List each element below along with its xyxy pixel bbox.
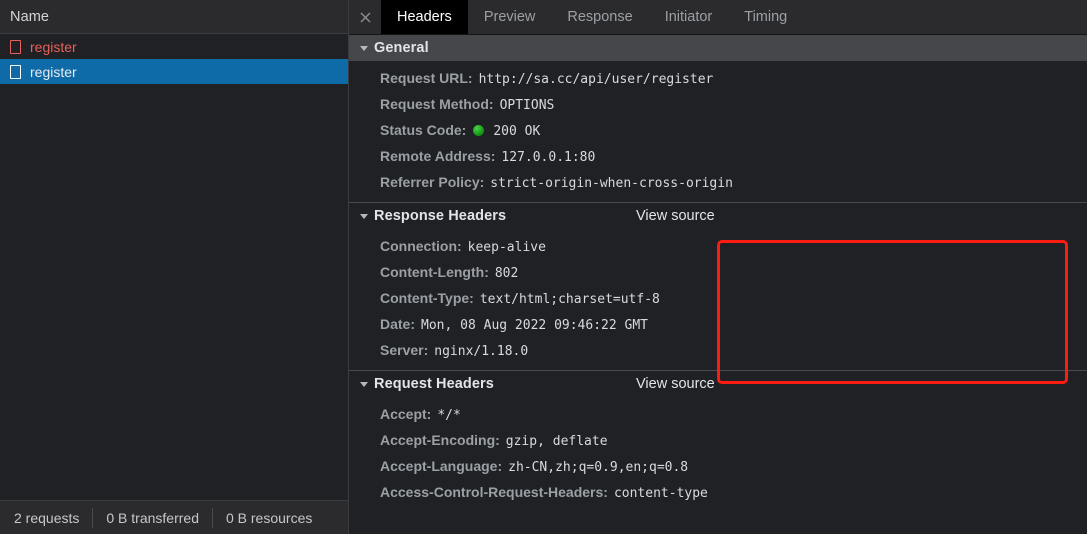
header-value: text/html;charset=utf-8	[479, 292, 660, 307]
devtools-network-panel: Name register register 2 requests 0 B tr…	[0, 0, 1087, 534]
header-value: 200 OK	[493, 124, 541, 139]
tab-response-label: Response	[567, 9, 633, 25]
section-request-headers-body: Accept: */* Accept-Encoding: gzip, defla…	[349, 397, 1087, 512]
tab-headers[interactable]: Headers	[381, 0, 468, 34]
header-row-connection: Connection: keep-alive	[349, 234, 1087, 260]
section-general: General Request URL: http://sa.cc/api/us…	[349, 35, 1087, 202]
chevron-down-icon[interactable]	[360, 382, 368, 387]
request-list-panel: Name register register 2 requests 0 B tr…	[0, 0, 349, 534]
document-icon	[10, 39, 21, 54]
header-key: Accept-Language:	[380, 458, 503, 474]
section-general-header[interactable]: General	[349, 35, 1087, 61]
header-value: */*	[437, 408, 461, 423]
header-key: Content-Type:	[380, 290, 474, 306]
header-row-accept-encoding: Accept-Encoding: gzip, deflate	[349, 428, 1087, 454]
tab-response[interactable]: Response	[551, 0, 648, 34]
header-key: Request URL:	[380, 70, 473, 86]
tab-preview-label: Preview	[483, 9, 536, 25]
section-response-headers-title: Response Headers	[374, 208, 507, 224]
header-row-request-method: Request Method: OPTIONS	[349, 92, 1087, 118]
column-header-name[interactable]: Name	[0, 0, 348, 34]
tab-timing-label: Timing	[744, 9, 788, 25]
list-item[interactable]: register	[0, 34, 348, 59]
header-key: Date:	[380, 316, 416, 332]
header-value: zh-CN,zh;q=0.9,en;q=0.8	[508, 460, 689, 475]
header-key: Accept:	[380, 406, 432, 422]
chevron-down-icon[interactable]	[360, 46, 368, 51]
tab-headers-label: Headers	[397, 9, 452, 25]
view-source-link-request[interactable]: View source	[636, 376, 715, 392]
header-row-server: Server: nginx/1.18.0	[349, 338, 1087, 364]
section-request-headers-header[interactable]: Request Headers View source	[349, 371, 1087, 397]
header-row-referrer-policy: Referrer Policy: strict-origin-when-cros…	[349, 170, 1087, 196]
document-icon	[10, 64, 21, 79]
header-value: 802	[494, 266, 519, 281]
header-value: strict-origin-when-cross-origin	[490, 176, 733, 191]
request-list[interactable]: register register	[0, 34, 348, 500]
headers-pane: General Request URL: http://sa.cc/api/us…	[349, 35, 1087, 534]
status-requests-count: 2 requests	[0, 507, 94, 528]
header-row-date: Date: Mon, 08 Aug 2022 09:46:22 GMT	[349, 312, 1087, 338]
section-general-title: General	[374, 40, 429, 56]
header-key: Content-Length:	[380, 264, 489, 280]
tab-preview[interactable]: Preview	[468, 0, 552, 34]
tab-initiator-label: Initiator	[664, 9, 713, 25]
list-item-label: register	[30, 38, 77, 55]
status-bar: 2 requests 0 B transferred 0 B resources	[0, 500, 348, 534]
section-response-headers-header[interactable]: Response Headers View source	[349, 203, 1087, 229]
section-response-headers-body: Connection: keep-alive Content-Length: 8…	[349, 229, 1087, 370]
header-value: content-type	[613, 486, 708, 501]
tab-timing[interactable]: Timing	[728, 0, 803, 34]
view-source-link-response[interactable]: View source	[636, 208, 715, 224]
list-item[interactable]: register	[0, 59, 348, 84]
header-key: Accept-Encoding:	[380, 432, 500, 448]
header-key: Status Code:	[380, 122, 467, 138]
header-row-content-type: Content-Type: text/html;charset=utf-8	[349, 286, 1087, 312]
section-general-body: Request URL: http://sa.cc/api/user/regis…	[349, 61, 1087, 202]
header-value: keep-alive	[467, 240, 546, 255]
header-key: Request Method:	[380, 96, 494, 112]
header-row-access-control-request-headers: Access-Control-Request-Headers: content-…	[349, 480, 1087, 506]
status-ok-dot	[473, 125, 485, 136]
header-row-status-code: Status Code: 200 OK	[349, 118, 1087, 144]
list-item-label: register	[30, 63, 77, 80]
header-value: http://sa.cc/api/user/register	[478, 72, 714, 87]
section-response-headers: Response Headers View source Connection:…	[349, 202, 1087, 370]
header-key: Connection:	[380, 238, 462, 254]
header-key: Server:	[380, 342, 429, 358]
header-row-accept: Accept: */*	[349, 402, 1087, 428]
section-request-headers-title: Request Headers	[374, 376, 494, 392]
header-row-request-url: Request URL: http://sa.cc/api/user/regis…	[349, 66, 1087, 92]
header-value: 127.0.0.1:80	[501, 150, 596, 165]
request-detail-panel: Headers Preview Response Initiator Timin…	[349, 0, 1087, 534]
header-value: Mon, 08 Aug 2022 09:46:22 GMT	[421, 318, 648, 333]
tab-initiator[interactable]: Initiator	[649, 0, 729, 34]
detail-tab-bar: Headers Preview Response Initiator Timin…	[349, 0, 1087, 35]
status-transferred: 0 B transferred	[93, 507, 213, 528]
header-key: Referrer Policy:	[380, 174, 485, 190]
header-value: OPTIONS	[499, 98, 555, 113]
column-header-label: Name	[10, 8, 50, 25]
chevron-down-icon[interactable]	[360, 214, 368, 219]
header-row-content-length: Content-Length: 802	[349, 260, 1087, 286]
header-row-remote-address: Remote Address: 127.0.0.1:80	[349, 144, 1087, 170]
header-key: Access-Control-Request-Headers:	[380, 484, 608, 500]
header-value: nginx/1.18.0	[434, 344, 529, 359]
status-resources: 0 B resources	[225, 509, 313, 526]
header-value: gzip, deflate	[505, 434, 608, 449]
section-request-headers: Request Headers View source Accept: */* …	[349, 370, 1087, 512]
close-icon[interactable]	[349, 0, 381, 34]
header-key: Remote Address:	[380, 148, 496, 164]
header-row-accept-language: Accept-Language: zh-CN,zh;q=0.9,en;q=0.8	[349, 454, 1087, 480]
